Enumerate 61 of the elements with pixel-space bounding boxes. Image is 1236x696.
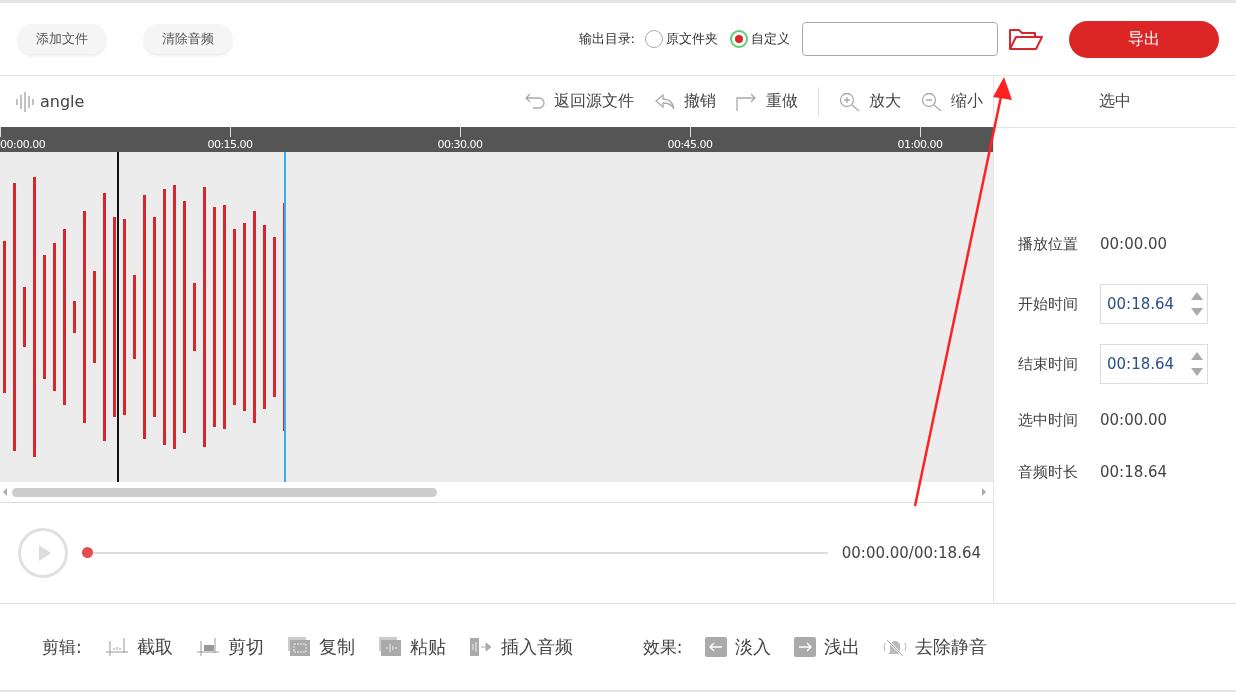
arrow-right-icon	[793, 637, 818, 657]
effect-action[interactable]: 去除静音	[882, 635, 988, 659]
zoom-out-icon	[921, 91, 943, 112]
field-label: 音频时长	[1018, 462, 1079, 482]
copy-icon	[287, 637, 312, 657]
play-icon	[37, 543, 53, 563]
toolbar-action[interactable]: 撤销	[654, 91, 716, 112]
toolbar-action[interactable]: 返回源文件	[524, 91, 634, 112]
time-spinner-field[interactable]: 00:18.64	[1100, 344, 1208, 384]
effect-action[interactable]: 淡入	[704, 635, 772, 659]
time-label: 00:30.00	[437, 138, 483, 151]
field-label: 选中时间	[1018, 410, 1079, 430]
folder-icon[interactable]	[1008, 27, 1044, 51]
field-value: 00:00.00	[1100, 235, 1168, 253]
time-readout: 00:00.00/00:18.64	[841, 544, 981, 562]
paste-icon	[378, 637, 403, 657]
zoom-in-icon	[839, 91, 861, 112]
scroll-left-icon[interactable]	[2, 487, 8, 497]
time-label: 00:00.00	[0, 138, 46, 151]
time-label: 00:45.00	[667, 138, 713, 151]
field-value: 00:18.64	[1100, 463, 1168, 481]
selection-marker[interactable]	[284, 152, 286, 482]
field-label: 开始时间	[1018, 294, 1079, 314]
field-label: 结束时间	[1018, 354, 1079, 374]
toolbar-action[interactable]: 放大	[839, 91, 901, 112]
return-icon	[524, 91, 546, 112]
arrow-left-icon	[704, 637, 729, 657]
radio-option[interactable]: 自定义	[730, 30, 790, 48]
time-label: 00:15.00	[207, 138, 253, 151]
edit-action[interactable]: 插入音频	[469, 635, 573, 659]
radio-option[interactable]: 原文件夹	[645, 30, 718, 48]
scrollbar-thumb[interactable]	[12, 487, 437, 497]
time-spinner-field[interactable]: 00:18.64	[1100, 284, 1208, 324]
file-name: angle	[40, 92, 85, 111]
edit-action[interactable]: 粘贴	[378, 635, 446, 659]
path-input-field[interactable]	[802, 22, 998, 56]
waveform-icon	[16, 91, 34, 112]
progress-thumb[interactable]	[82, 547, 93, 558]
toolbar-action[interactable]: 重做	[736, 91, 798, 112]
scroll-right-icon[interactable]	[981, 487, 987, 497]
output-directory-label: 输出目录:	[578, 30, 635, 48]
insert-audio-icon	[469, 637, 494, 657]
effect-action[interactable]: 浅出	[793, 635, 861, 659]
trim-icon	[105, 637, 130, 657]
mute-bell-icon	[882, 637, 909, 657]
export-button[interactable]: 导出	[1069, 20, 1219, 58]
edit-action[interactable]: 截取	[105, 635, 173, 659]
play-button[interactable]	[18, 528, 68, 578]
crop-icon	[196, 637, 221, 657]
edit-label: 剪辑:	[42, 635, 82, 659]
edit-action[interactable]: 复制	[287, 635, 355, 659]
toolbar-button[interactable]: 清除音频	[144, 24, 232, 54]
time-label: 01:00.00	[897, 138, 943, 151]
effects-label: 效果:	[642, 635, 683, 659]
toolbar-button[interactable]: 添加文件	[18, 24, 106, 54]
undo-icon	[654, 91, 676, 112]
field-label: 播放位置	[1018, 234, 1079, 254]
toolbar-action[interactable]: 缩小	[921, 91, 983, 112]
edit-action[interactable]: 剪切	[196, 635, 264, 659]
field-value: 00:00.00	[1100, 411, 1168, 429]
redo-icon	[736, 91, 758, 112]
